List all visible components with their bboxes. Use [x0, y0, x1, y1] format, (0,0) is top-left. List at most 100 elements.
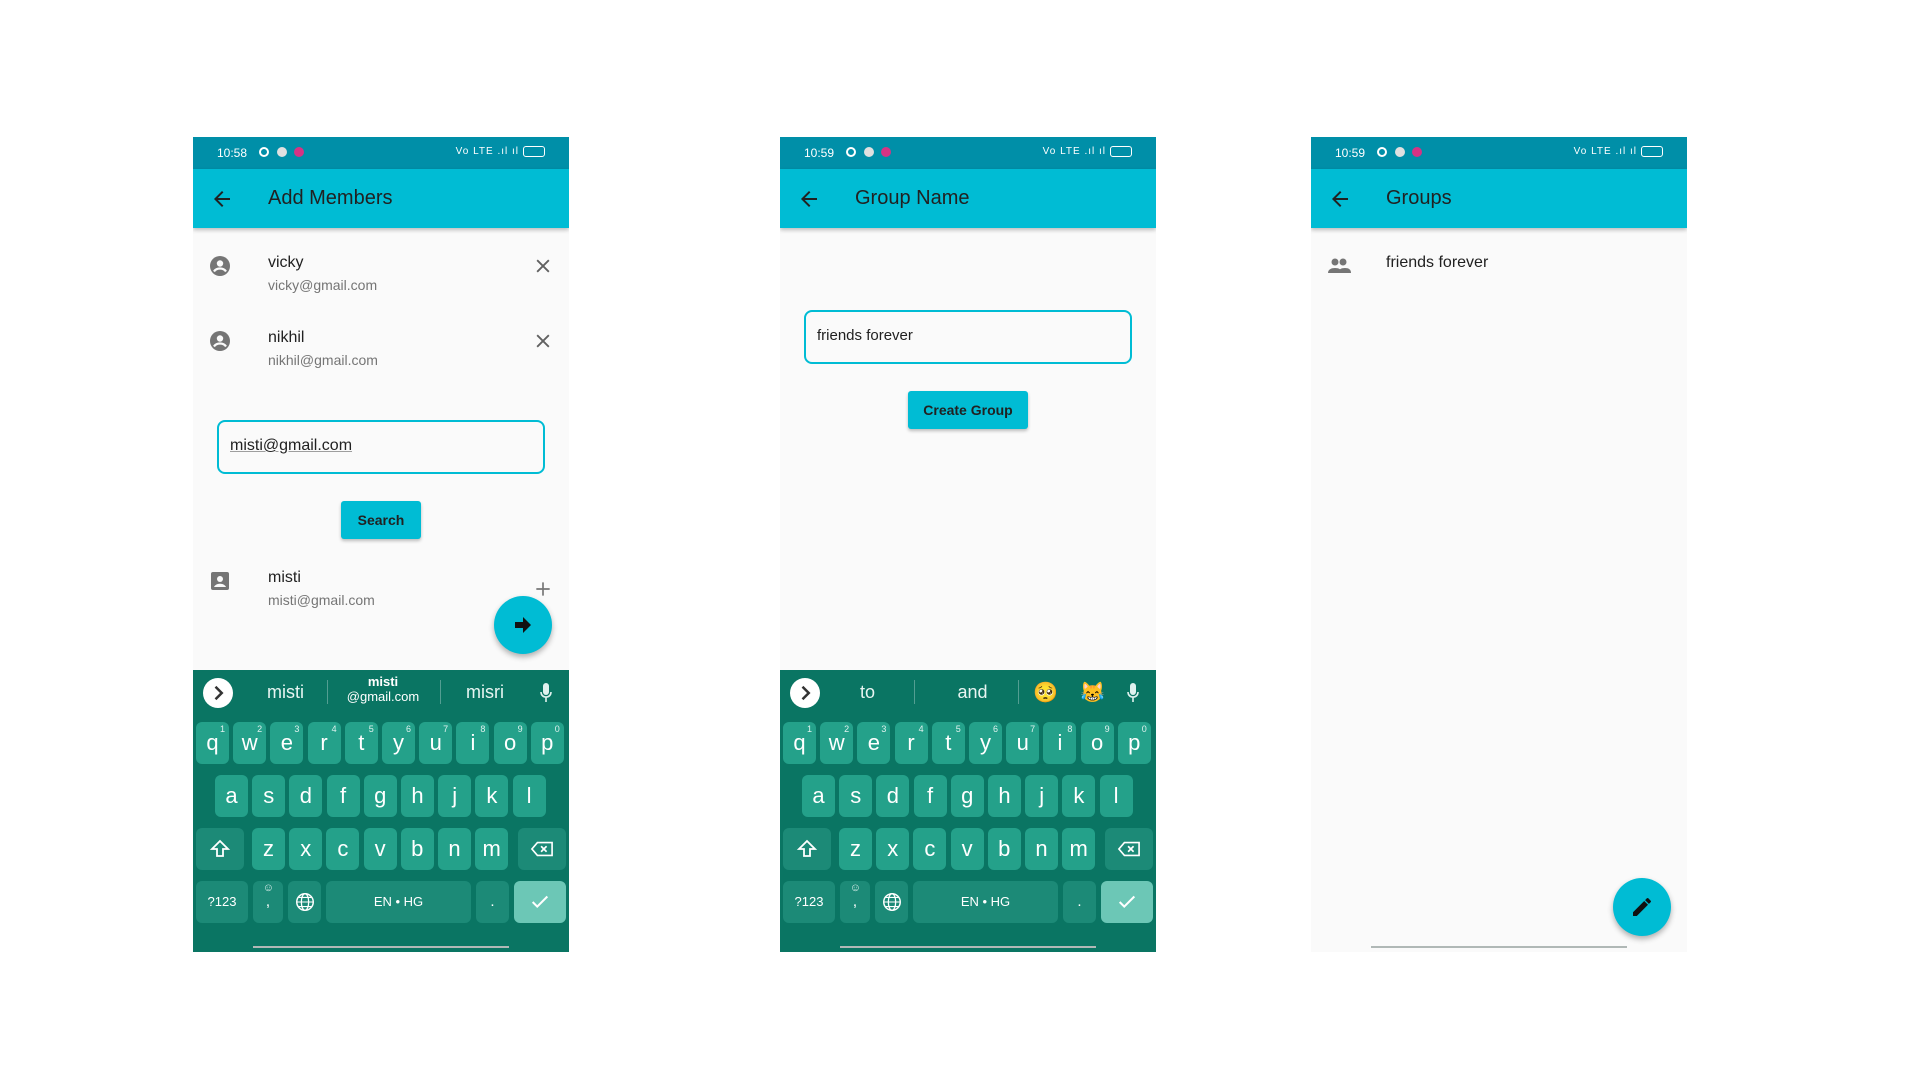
- group-name-input[interactable]: friends forever: [804, 310, 1132, 364]
- messenger-icon: [294, 147, 304, 157]
- key-b[interactable]: b: [987, 828, 1021, 870]
- back-arrow-icon[interactable]: [796, 187, 822, 211]
- add-icon[interactable]: [533, 579, 553, 599]
- emoji-suggestion[interactable]: 🥺: [1033, 680, 1058, 705]
- backspace-key[interactable]: [1105, 828, 1153, 870]
- key-o[interactable]: o9: [493, 722, 527, 764]
- suggestion[interactable]: misti: [258, 682, 313, 703]
- instagram-icon: [846, 147, 856, 157]
- enter-key[interactable]: [514, 881, 566, 923]
- status-time: 10:59: [1335, 146, 1366, 160]
- shift-key[interactable]: [196, 828, 244, 870]
- next-fab[interactable]: [494, 596, 552, 654]
- key-f[interactable]: f: [326, 775, 360, 817]
- microphone-icon[interactable]: [539, 682, 553, 704]
- key-a[interactable]: a: [802, 775, 835, 817]
- suggestion[interactable]: and: [935, 682, 1010, 703]
- key-h[interactable]: h: [401, 775, 434, 817]
- key-i[interactable]: i8: [1043, 722, 1077, 764]
- key-l[interactable]: l: [512, 775, 546, 817]
- close-icon[interactable]: [533, 331, 553, 351]
- key-a[interactable]: a: [215, 775, 248, 817]
- key-x[interactable]: x: [876, 828, 910, 870]
- key-b[interactable]: b: [400, 828, 434, 870]
- key-l[interactable]: l: [1099, 775, 1133, 817]
- language-key[interactable]: [875, 881, 908, 923]
- period-key[interactable]: .: [476, 881, 509, 923]
- key-n[interactable]: n: [1025, 828, 1058, 870]
- period-key[interactable]: .: [1063, 881, 1096, 923]
- member-row: vicky vicky@gmail.com: [193, 244, 569, 304]
- key-t[interactable]: t5: [931, 722, 965, 764]
- key-k[interactable]: k: [1062, 775, 1096, 817]
- key-k[interactable]: k: [475, 775, 509, 817]
- language-key[interactable]: [288, 881, 321, 923]
- suggestion[interactable]: misri: [455, 682, 515, 703]
- suggestion[interactable]: to: [840, 682, 895, 703]
- key-u[interactable]: u7: [1006, 722, 1040, 764]
- comma-key[interactable]: , ☺: [840, 881, 870, 923]
- chevron-right-icon[interactable]: [790, 678, 820, 708]
- edit-fab[interactable]: [1613, 878, 1671, 936]
- group-row[interactable]: friends forever: [1311, 244, 1687, 284]
- key-r[interactable]: r4: [307, 722, 341, 764]
- suggestion[interactable]: misti @gmail.com: [333, 674, 433, 704]
- key-v[interactable]: v: [950, 828, 984, 870]
- key-m[interactable]: m: [1062, 828, 1096, 870]
- key-p[interactable]: p0: [530, 722, 564, 764]
- add-members-screen: 10:58 Vo LTE .ıl ıl Add Members vicky vi…: [193, 137, 569, 952]
- emoji-suggestion[interactable]: 😹: [1080, 680, 1105, 705]
- key-j[interactable]: j: [1025, 775, 1059, 817]
- key-g[interactable]: g: [363, 775, 397, 817]
- key-z[interactable]: z: [839, 828, 872, 870]
- key-e[interactable]: e3: [270, 722, 304, 764]
- shift-key[interactable]: [783, 828, 831, 870]
- checkmark-icon: [1118, 895, 1136, 909]
- key-d[interactable]: d: [289, 775, 323, 817]
- symbols-key[interactable]: ?123: [783, 881, 835, 923]
- key-d[interactable]: d: [876, 775, 910, 817]
- symbols-key[interactable]: ?123: [196, 881, 248, 923]
- key-u[interactable]: u7: [419, 722, 453, 764]
- key-v[interactable]: v: [363, 828, 397, 870]
- key-x[interactable]: x: [289, 828, 323, 870]
- key-q[interactable]: q1: [783, 722, 816, 764]
- search-button[interactable]: Search: [341, 501, 421, 539]
- key-f[interactable]: f: [913, 775, 947, 817]
- key-c[interactable]: c: [326, 828, 360, 870]
- result-name: misti: [268, 569, 301, 586]
- close-icon[interactable]: [533, 256, 553, 276]
- key-q[interactable]: q1: [196, 722, 229, 764]
- space-key[interactable]: EN • HG: [326, 881, 471, 923]
- create-group-button[interactable]: Create Group: [908, 391, 1028, 429]
- key-i[interactable]: i8: [456, 722, 490, 764]
- battery-icon: [1110, 146, 1132, 157]
- member-email-input[interactable]: misti@gmail.com: [217, 420, 545, 474]
- key-g[interactable]: g: [950, 775, 984, 817]
- comma-key[interactable]: , ☺: [253, 881, 283, 923]
- backspace-key[interactable]: [518, 828, 566, 870]
- key-c[interactable]: c: [913, 828, 947, 870]
- key-t[interactable]: t5: [344, 722, 378, 764]
- key-o[interactable]: o9: [1080, 722, 1114, 764]
- back-arrow-icon[interactable]: [1327, 187, 1353, 211]
- key-s[interactable]: s: [252, 775, 286, 817]
- key-z[interactable]: z: [252, 828, 285, 870]
- key-j[interactable]: j: [438, 775, 472, 817]
- enter-key[interactable]: [1101, 881, 1153, 923]
- key-h[interactable]: h: [988, 775, 1021, 817]
- key-s[interactable]: s: [839, 775, 873, 817]
- key-e[interactable]: e3: [857, 722, 891, 764]
- chevron-right-icon[interactable]: [203, 678, 233, 708]
- key-y[interactable]: y6: [969, 722, 1002, 764]
- back-arrow-icon[interactable]: [209, 187, 235, 211]
- microphone-icon[interactable]: [1126, 682, 1140, 704]
- key-p[interactable]: p0: [1117, 722, 1151, 764]
- key-r[interactable]: r4: [894, 722, 928, 764]
- key-y[interactable]: y6: [382, 722, 415, 764]
- key-w[interactable]: w2: [233, 722, 267, 764]
- key-n[interactable]: n: [438, 828, 471, 870]
- space-key[interactable]: EN • HG: [913, 881, 1058, 923]
- key-w[interactable]: w2: [820, 722, 854, 764]
- key-m[interactable]: m: [475, 828, 509, 870]
